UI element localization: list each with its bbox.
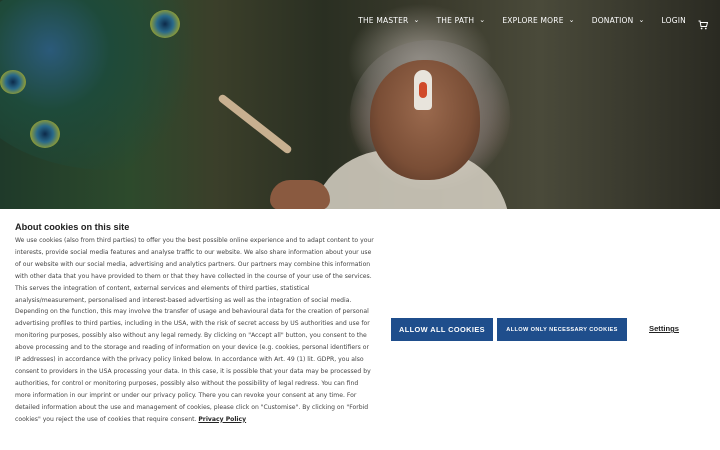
cart-icon[interactable] xyxy=(698,15,709,30)
cookie-settings-link[interactable]: Settings xyxy=(649,324,679,333)
cookie-body: We use cookies (also from third parties)… xyxy=(15,235,375,426)
nav-item-explore-more[interactable]: EXPLORE MORE ⌄ xyxy=(502,16,574,25)
cookie-text-block: About cookies on this site We use cookie… xyxy=(15,222,375,426)
nav-item-label: EXPLORE MORE xyxy=(502,15,564,25)
nav-item-label: LOGIN xyxy=(661,15,686,25)
chevron-down-icon: ⌄ xyxy=(568,16,575,24)
hand xyxy=(270,180,330,209)
nav-item-label: THE PATH xyxy=(436,15,475,25)
peacock-eye-decoration xyxy=(150,10,180,38)
main-nav: THE MASTER ⌄ THE PATH ⌄ EXPLORE MORE ⌄ D… xyxy=(341,0,720,40)
peacock-eye-decoration xyxy=(30,120,60,148)
hero-image: THE MASTER ⌄ THE PATH ⌄ EXPLORE MORE ⌄ D… xyxy=(0,0,720,209)
allow-necessary-cookies-button[interactable]: ALLOW ONLY NECESSARY COOKIES xyxy=(497,318,627,341)
cookie-title: About cookies on this site xyxy=(15,222,130,232)
allow-all-cookies-button[interactable]: ALLOW ALL COOKIES xyxy=(391,318,493,341)
privacy-policy-link[interactable]: Privacy Policy xyxy=(198,416,246,423)
nav-item-the-master[interactable]: THE MASTER ⌄ xyxy=(358,16,419,25)
nav-item-label: THE MASTER xyxy=(358,15,409,25)
chevron-down-icon: ⌄ xyxy=(479,16,486,24)
nav-item-donation[interactable]: DONATION ⌄ xyxy=(592,16,645,25)
nav-item-login[interactable]: LOGIN xyxy=(662,16,686,25)
tilak-dot xyxy=(419,82,427,98)
chevron-down-icon: ⌄ xyxy=(413,16,420,24)
chevron-down-icon: ⌄ xyxy=(638,16,645,24)
nav-item-label: DONATION xyxy=(591,15,634,25)
nav-item-the-path[interactable]: THE PATH ⌄ xyxy=(437,16,486,25)
cookie-body-text: We use cookies (also from third parties)… xyxy=(15,237,374,423)
peacock-eye-decoration xyxy=(0,70,26,94)
